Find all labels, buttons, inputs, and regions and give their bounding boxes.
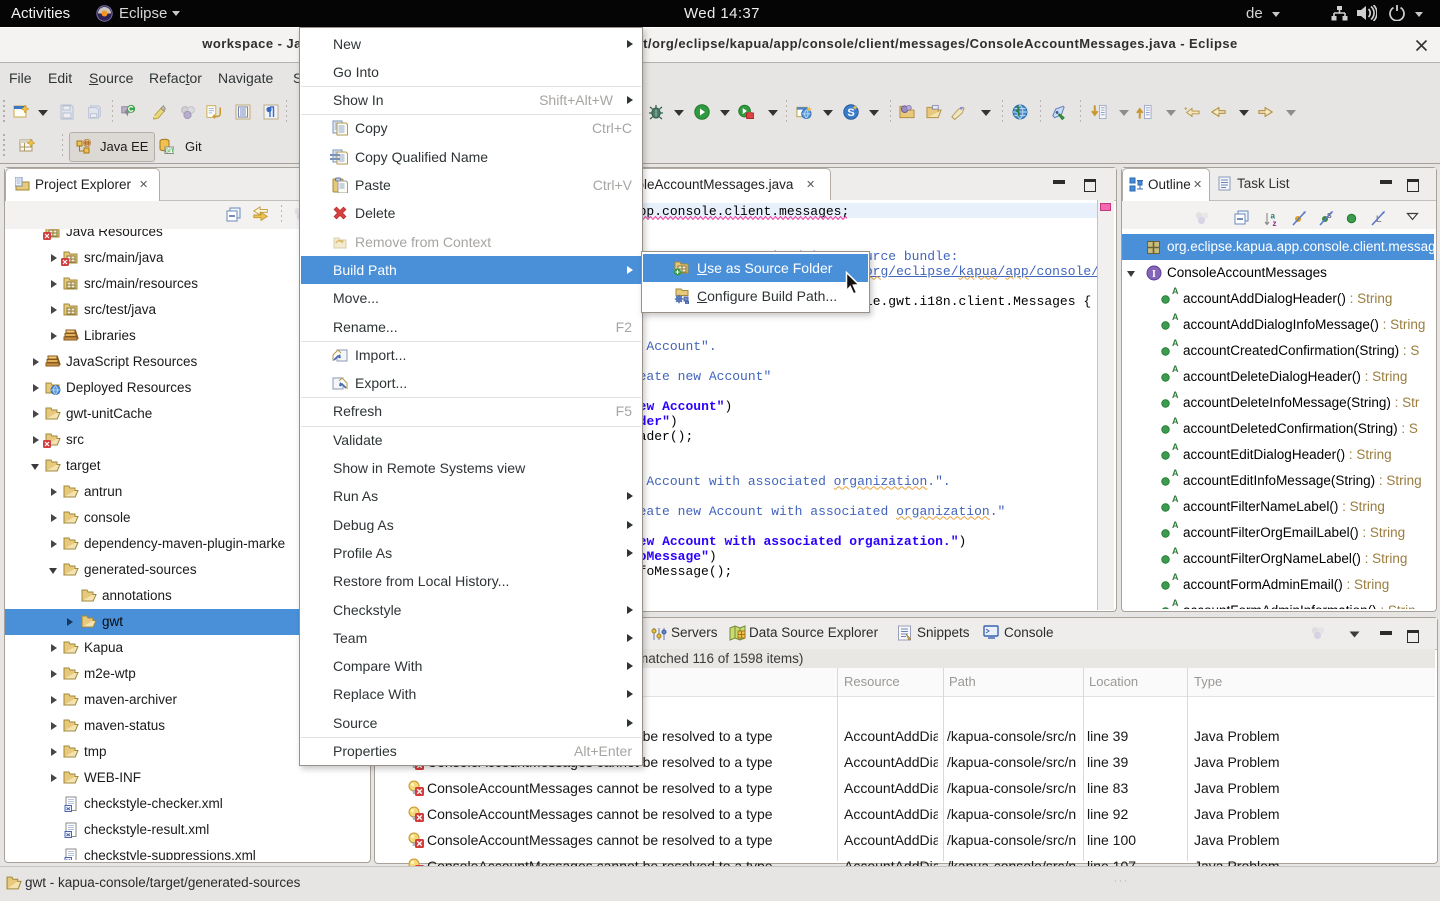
svg-text:GIT: GIT <box>165 149 174 155</box>
svg-text:I: I <box>1152 269 1156 280</box>
svg-text:S: S <box>847 107 854 119</box>
svg-text:z: z <box>1273 219 1277 227</box>
